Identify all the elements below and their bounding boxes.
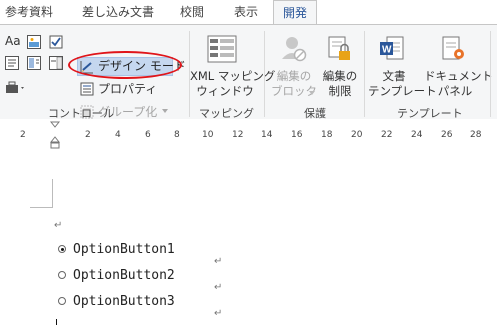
rich-text-control-icon[interactable]: Aa (5, 34, 21, 48)
radio-unselected-icon[interactable] (58, 271, 66, 279)
horizontal-ruler[interactable]: 2 2 4 6 8 10 12 14 16 18 20 22 24 26 28 (0, 119, 497, 149)
group-separator (364, 31, 365, 117)
ruler-label: 2 (85, 130, 91, 140)
document-template-label-line1: 文書 (382, 69, 406, 83)
ruler-label: 18 (321, 130, 333, 140)
combo-box-control-icon[interactable] (49, 56, 63, 70)
xml-mapping-label-line1: XML マッピング (190, 69, 276, 83)
ruler-label: 26 (441, 130, 453, 140)
tab-review[interactable]: 校閲 (180, 0, 204, 24)
checkbox-control-icon[interactable] (49, 35, 63, 49)
option-button-label: OptionButton1 (73, 241, 175, 257)
tab-references[interactable]: 参考資料 (5, 0, 53, 24)
ruler-label: 20 (351, 130, 363, 140)
option-button-label: OptionButton2 (73, 267, 175, 283)
radio-selected-icon[interactable] (58, 245, 66, 253)
group-dropdown-chevron-icon[interactable] (162, 109, 168, 113)
block-authors-icon (281, 35, 307, 63)
building-block-control-icon[interactable] (27, 56, 41, 70)
properties-button[interactable]: プロパティ (98, 80, 157, 98)
restrict-editing-icon (327, 35, 353, 63)
xml-mapping-pane-button[interactable]: XML マッピング ウィンドウ (190, 69, 276, 99)
plain-text-control-icon[interactable] (5, 56, 19, 70)
document-panel-button[interactable]: ドキュメント パネル (424, 69, 493, 99)
svg-text:W: W (382, 45, 392, 56)
tab-view[interactable]: 表示 (234, 0, 258, 24)
ribbon: Aa デザイン モード プロパティ グループ化 コントロール XML マッピング… (0, 24, 497, 120)
restrict-editing-label-line1: 編集の (322, 69, 358, 83)
xml-mapping-pane-icon (207, 35, 237, 63)
document-panel-icon (441, 35, 467, 63)
restrict-editing-label-line2: 制限 (328, 84, 352, 98)
ruler-label: 2 (20, 130, 26, 140)
page-margin-corner (30, 179, 53, 208)
option-button-2[interactable]: OptionButton2 (58, 266, 175, 284)
ruler-label: 22 (381, 130, 393, 140)
ruler-label: 16 (291, 130, 303, 140)
document-panel-label-line2: パネル (437, 84, 473, 98)
option-button-label: OptionButton3 (73, 293, 175, 309)
document-template-icon: W (379, 35, 405, 63)
block-authors-label-line1: 編集の (276, 69, 312, 83)
ruler-label: 14 (261, 130, 273, 140)
tab-mailings[interactable]: 差し込み文書 (82, 0, 154, 24)
indent-marker-icon[interactable] (49, 121, 61, 152)
paragraph-mark: ↵ (54, 220, 63, 231)
ribbon-tab-strip: 参考資料 差し込み文書 校閲 表示 開発 (0, 0, 497, 25)
restrict-editing-button[interactable]: 編集の 制限 (318, 69, 362, 99)
properties-icon (80, 82, 94, 96)
option-button-3[interactable]: OptionButton3 (58, 292, 175, 310)
ruler-label: 8 (174, 130, 180, 140)
ruler-label: 12 (232, 130, 244, 140)
legacy-tools-icon[interactable] (5, 81, 25, 95)
document-template-label-line2: テンプレート (368, 84, 437, 98)
block-authors-dropdown-chevron-icon[interactable] (309, 91, 315, 95)
document-template-button[interactable]: 文書 テンプレート (368, 69, 437, 99)
paragraph-mark: ↵ (214, 282, 223, 293)
radio-unselected-icon[interactable] (58, 297, 66, 305)
group-separator (264, 31, 265, 117)
tab-developer[interactable]: 開発 (273, 0, 318, 25)
group-separator (490, 31, 491, 117)
paragraph-mark: ↵ (214, 308, 223, 319)
ruler-label: 4 (115, 130, 121, 140)
ruler-label: 24 (411, 130, 423, 140)
document-panel-label-line1: ドキュメント (424, 69, 493, 83)
xml-mapping-label-line2: ウィンドウ (196, 84, 254, 98)
ruler-label: 6 (145, 130, 151, 140)
ruler-band: 2 2 4 6 8 10 12 14 16 18 20 22 24 26 28 (0, 124, 497, 144)
ruler-label: 28 (470, 130, 482, 140)
picture-control-icon[interactable] (27, 35, 41, 49)
annotation-highlight-oval (68, 51, 182, 79)
option-button-1[interactable]: OptionButton1 (58, 240, 175, 258)
document-page[interactable]: ↵ OptionButton1 ↵ OptionButton2 ↵ Option… (0, 150, 497, 325)
text-cursor (56, 319, 57, 325)
paragraph-mark: ↵ (214, 256, 223, 267)
ruler-label: 10 (202, 130, 214, 140)
